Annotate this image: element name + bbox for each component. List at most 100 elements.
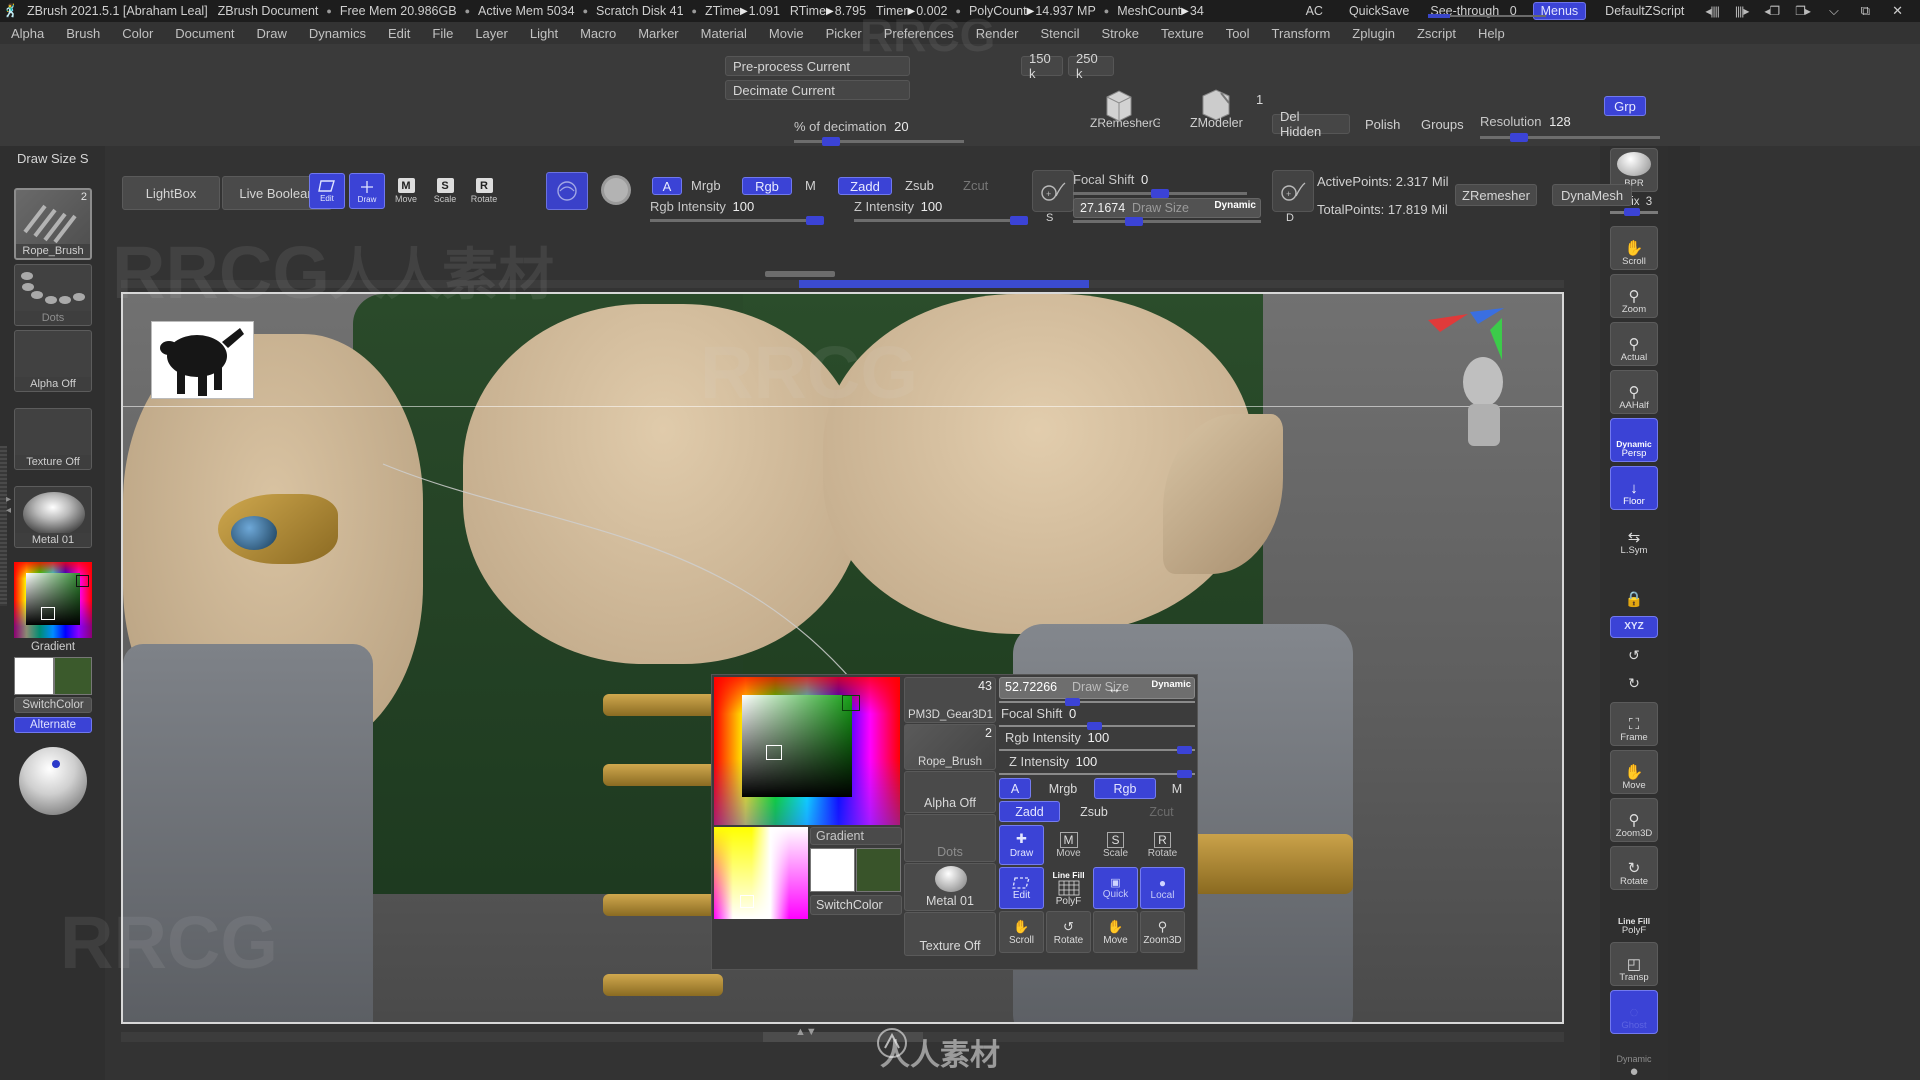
persp-button[interactable]: Dynamic Persp xyxy=(1610,418,1658,462)
draw-size-knob[interactable] xyxy=(1125,217,1143,226)
menu-layer[interactable]: Layer xyxy=(464,26,519,41)
menu-draw[interactable]: Draw xyxy=(246,26,298,41)
menu-edit[interactable]: Edit xyxy=(377,26,421,41)
popup-draw-size-slider[interactable] xyxy=(999,698,1195,706)
menu-tool[interactable]: Tool xyxy=(1215,26,1261,41)
m-toggle[interactable]: M xyxy=(805,178,816,193)
close-button[interactable]: ✕ xyxy=(1881,3,1914,19)
popup-rotate2-button[interactable]: ↺ Rotate xyxy=(1046,911,1091,953)
menu-dynamics[interactable]: Dynamics xyxy=(298,26,377,41)
popup-scale-button[interactable]: S Scale xyxy=(1093,825,1138,865)
menu-stencil[interactable]: Stencil xyxy=(1029,26,1090,41)
popup-switchcolor-button[interactable]: SwitchColor xyxy=(810,895,902,915)
menu-brush[interactable]: Brush xyxy=(55,26,111,41)
rgb-toggle[interactable]: Rgb xyxy=(742,177,792,195)
floor-button[interactable]: ↓ Floor xyxy=(1610,466,1658,510)
popup-a-toggle[interactable]: A xyxy=(999,778,1031,799)
menu-color[interactable]: Color xyxy=(111,26,164,41)
popup-z-intensity[interactable]: Z Intensity 100 xyxy=(1009,754,1097,769)
unflip-icon-button[interactable]: ↻ xyxy=(1610,668,1658,694)
draw-size-slider[interactable] xyxy=(1073,217,1261,226)
z-intensity-slider[interactable] xyxy=(854,216,1028,225)
ghost-button[interactable]: ◌ Ghost xyxy=(1610,990,1658,1034)
current-stroke-thumb[interactable]: Dots xyxy=(14,264,92,326)
popup-texture-cell[interactable]: Texture Off xyxy=(904,912,996,956)
dynamic-toggle-icon[interactable]: + xyxy=(1272,170,1314,212)
menu-macro[interactable]: Macro xyxy=(569,26,627,41)
ac-button[interactable]: AC xyxy=(1293,4,1336,18)
popup-zadd-toggle[interactable]: Zadd xyxy=(999,801,1060,822)
popup-brush-cell[interactable]: 2 Rope_Brush xyxy=(904,724,996,770)
canvas-resize-arrows-icon[interactable]: ▲▼ xyxy=(795,1026,817,1038)
focal-shift-stepper-icon[interactable]: + xyxy=(1032,170,1074,212)
rotate-view-button[interactable]: ↻ Rotate xyxy=(1610,846,1658,890)
canvas-scrollbar-thumb-top[interactable] xyxy=(799,280,1089,288)
move-view-button[interactable]: ✋ Move xyxy=(1610,750,1658,794)
local-symmetry-button[interactable]: ⇆ L.Sym xyxy=(1610,514,1658,558)
menu-help[interactable]: Help xyxy=(1467,26,1516,41)
menu-transform[interactable]: Transform xyxy=(1261,26,1342,41)
menu-material[interactable]: Material xyxy=(690,26,758,41)
popup-gradient-strip[interactable] xyxy=(714,827,808,919)
edit-mode-button[interactable]: Edit xyxy=(309,173,345,209)
dynamic-shadow-button[interactable]: Dynamic ● xyxy=(1610,1038,1658,1080)
move-mode-button[interactable]: M Move xyxy=(389,173,423,209)
alpha-a-toggle[interactable]: A xyxy=(652,177,682,195)
menu-movie[interactable]: Movie xyxy=(758,26,815,41)
menu-file[interactable]: File xyxy=(421,26,464,41)
resolution-slider[interactable] xyxy=(1480,133,1660,142)
pre-process-current-button[interactable]: Pre-process Current xyxy=(725,56,910,76)
popup-alpha-cell[interactable]: Alpha Off xyxy=(904,771,996,813)
zsub-toggle[interactable]: Zsub xyxy=(905,178,934,193)
scroll-button[interactable]: ✋ Scroll xyxy=(1610,226,1658,270)
del-hidden-button[interactable]: Del Hidden xyxy=(1272,109,1350,139)
tray-right-icon[interactable]: ❐▸ xyxy=(1787,4,1818,18)
zoom-button[interactable]: ⚲ Zoom xyxy=(1610,274,1658,318)
left-tray-handle[interactable] xyxy=(0,446,7,606)
mrgb-swatch-button[interactable] xyxy=(546,172,588,210)
popup-rotate-button[interactable]: R Rotate xyxy=(1140,825,1185,865)
draw-size-field[interactable]: 27.1674 Draw Size Dynamic xyxy=(1073,198,1261,218)
rotate-lock-icon-button[interactable]: ↺ xyxy=(1610,640,1658,666)
popup-draw-size-field[interactable]: 52.72266 Draw Size Dynamic ↔ xyxy=(999,677,1195,699)
tray-left-icon[interactable]: ◂❐ xyxy=(1756,4,1787,18)
rgb-intensity-knob[interactable] xyxy=(806,216,824,225)
popup-zsub-toggle[interactable]: Zsub xyxy=(1063,801,1125,822)
focal-shift-slider[interactable] xyxy=(1073,189,1247,198)
quicksave-button[interactable]: QuickSave xyxy=(1336,4,1422,18)
alpha-preview-thumbnail[interactable] xyxy=(151,321,254,399)
popup-zoom3d-button[interactable]: ⚲ Zoom3D xyxy=(1140,911,1185,953)
popup-rgb-toggle[interactable]: Rgb xyxy=(1094,778,1156,799)
cam-lock-button[interactable]: 🔒 xyxy=(1610,566,1658,610)
popup-rgb-intensity[interactable]: Rgb Intensity 100 xyxy=(1005,730,1109,745)
current-brush-thumb[interactable]: 2 Rope_Brush xyxy=(14,188,92,260)
current-material-thumb[interactable]: Metal 01 xyxy=(14,486,92,548)
menu-document[interactable]: Document xyxy=(164,26,245,41)
150k-button[interactable]: 150 k xyxy=(1021,51,1063,81)
popup-edit-button[interactable]: Edit xyxy=(999,867,1044,909)
rotate-mode-button[interactable]: R Rotate xyxy=(467,173,501,209)
menu-light[interactable]: Light xyxy=(519,26,569,41)
menu-preferences[interactable]: Preferences xyxy=(873,26,965,41)
spix-knob[interactable] xyxy=(1624,208,1640,216)
menu-marker[interactable]: Marker xyxy=(627,26,689,41)
lightbox-button[interactable]: LightBox xyxy=(122,176,220,210)
popup-stroke-cell[interactable]: Dots xyxy=(904,814,996,862)
material-sphere-icon[interactable] xyxy=(598,172,636,210)
menu-render[interactable]: Render xyxy=(965,26,1030,41)
popup-main-color-swatch[interactable] xyxy=(810,848,855,892)
left-tray-arrow-icon[interactable]: ▸ ◂ xyxy=(6,494,11,516)
focal-shift-knob[interactable] xyxy=(1151,189,1169,198)
popup-secondary-color-swatch[interactable] xyxy=(856,848,901,892)
main-color-swatch[interactable] xyxy=(14,657,54,695)
switchcolor-button[interactable]: SwitchColor xyxy=(14,697,92,713)
popup-move-button[interactable]: M Move xyxy=(1046,825,1091,865)
popup-focal-shift[interactable]: Focal Shift 0 xyxy=(1001,706,1076,721)
frame-button[interactable]: ⛶ Frame xyxy=(1610,702,1658,746)
popup-zcut-toggle[interactable]: Zcut xyxy=(1128,801,1195,822)
mrgb-toggle[interactable]: Mrgb xyxy=(691,178,721,193)
popup-scroll-button[interactable]: ✋ Scroll xyxy=(999,911,1044,953)
popup-move2-button[interactable]: ✋ Move xyxy=(1093,911,1138,953)
shelf-collapse-left-icon[interactable]: ◂|||| xyxy=(1697,4,1727,18)
draw-mode-button[interactable]: Draw xyxy=(349,173,385,209)
